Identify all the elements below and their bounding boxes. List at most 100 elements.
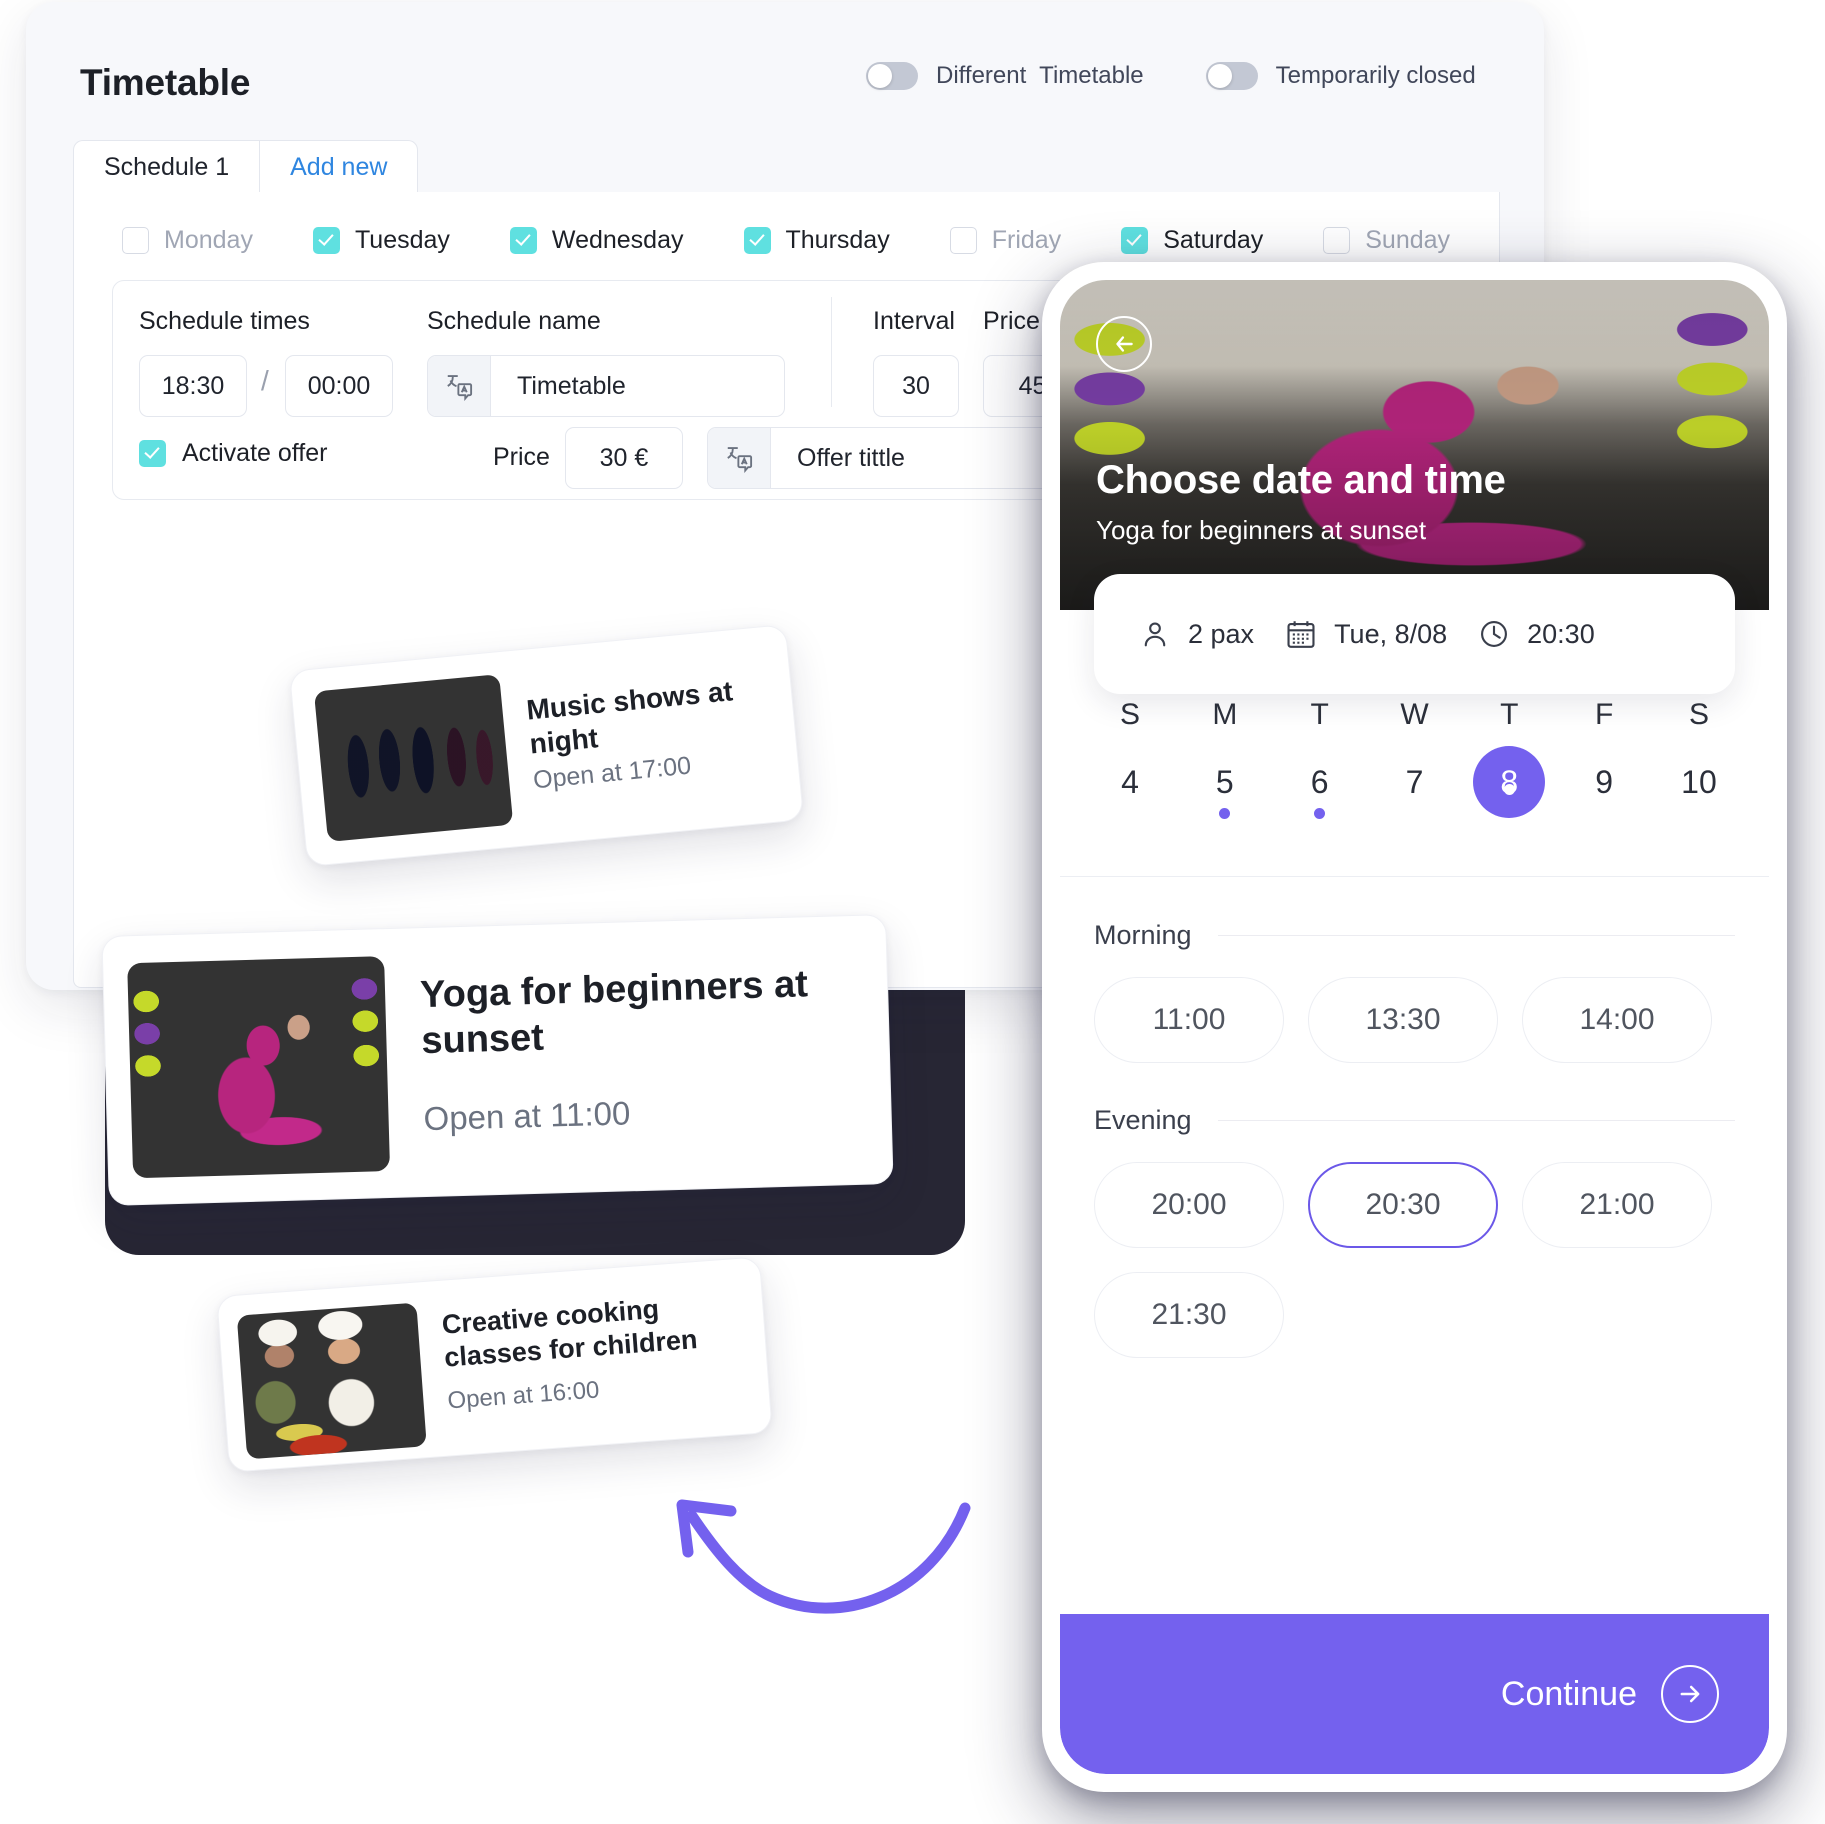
slot-1330[interactable]: 13:30: [1308, 977, 1498, 1063]
day-label: Tuesday: [354, 226, 450, 254]
activate-offer-label: Activate offer: [182, 439, 328, 467]
dow-saturday: S: [1688, 698, 1709, 731]
checkbox-thursday[interactable]: [743, 227, 771, 254]
hero-subtitle: Yoga for beginners at sunset: [1096, 515, 1427, 545]
summary-date[interactable]: Tue, 8/08: [1284, 617, 1447, 651]
music-show-thumbnail: [313, 674, 514, 842]
calendar-strip: S M T W T F S 4 5 6 7 8 9 10: [1060, 698, 1769, 832]
offer-title-placeholder: Offer tittle: [797, 443, 905, 472]
day-number: 7: [1405, 763, 1424, 800]
offer-card-cooking[interactable]: Creative cooking classes for children Op…: [216, 1256, 773, 1473]
checkbox-monday[interactable]: [122, 227, 149, 254]
day-number: 9: [1595, 763, 1614, 800]
phone-mockup: Choose date and time Yoga for beginners …: [1042, 262, 1787, 1792]
day-monday[interactable]: Monday: [122, 226, 253, 255]
schedule-name-value: Timetable: [517, 371, 626, 400]
phone-screen: Choose date and time Yoga for beginners …: [1060, 280, 1769, 1774]
slot-2130[interactable]: 21:30: [1094, 1272, 1284, 1358]
checkbox-sunday[interactable]: [1323, 227, 1351, 254]
slot-2000[interactable]: 20:00: [1094, 1162, 1284, 1248]
interval-label: Interval: [873, 307, 955, 335]
calendar-day-row: 4 5 6 7 8 9 10: [1094, 732, 1735, 832]
switch-knob: [1207, 64, 1232, 88]
offer-price-value: 30 €: [599, 443, 649, 472]
slot-2100[interactable]: 21:00: [1522, 1162, 1712, 1248]
price-label: Price: [983, 307, 1040, 335]
interval-input[interactable]: 30: [873, 355, 959, 417]
summary-pax[interactable]: 2 pax: [1138, 617, 1254, 651]
dow-wednesday: W: [1400, 698, 1429, 731]
translate-icon[interactable]: [708, 428, 771, 488]
calendar-day-6[interactable]: 6: [1284, 746, 1356, 832]
hero-banner: Choose date and time Yoga for beginners …: [1060, 280, 1769, 610]
day-tuesday[interactable]: Tuesday: [312, 226, 450, 255]
day-thursday[interactable]: Thursday: [743, 226, 890, 255]
form-divider: [831, 297, 832, 407]
dow-thursday: T: [1500, 698, 1519, 731]
day-wednesday[interactable]: Wednesday: [509, 226, 684, 255]
switch-track[interactable]: [866, 62, 918, 90]
tab-schedule-1[interactable]: Schedule 1: [73, 140, 261, 193]
day-sunday[interactable]: Sunday: [1323, 226, 1450, 255]
continue-button[interactable]: Continue: [1060, 1614, 1769, 1774]
switch-track[interactable]: [1205, 62, 1258, 90]
schedule-name-label: Schedule name: [427, 307, 601, 335]
day-saturday[interactable]: Saturday: [1121, 226, 1263, 255]
calendar-day-4[interactable]: 4: [1094, 746, 1166, 832]
slot-2030-selected[interactable]: 20:30: [1308, 1162, 1498, 1248]
calendar-day-9[interactable]: 9: [1568, 746, 1640, 832]
day-label: Wednesday: [551, 226, 684, 254]
hero-title: Choose date and time: [1096, 458, 1506, 502]
day-number: 4: [1121, 763, 1139, 800]
header-toggles: Different Timetable Temporarily closed: [866, 62, 1476, 90]
yoga-thumbnail: [127, 956, 391, 1179]
arrow-left-icon: [1116, 336, 1133, 352]
day-label: Saturday: [1163, 226, 1264, 254]
clock-icon: [1481, 621, 1508, 647]
dow-friday: F: [1594, 698, 1614, 731]
checkbox-saturday[interactable]: [1121, 227, 1149, 254]
activate-offer-row[interactable]: Activate offer: [139, 439, 327, 468]
dow-monday: M: [1212, 698, 1238, 731]
checkbox-tuesday[interactable]: [312, 227, 340, 254]
offer-price-input[interactable]: 30 €: [565, 427, 683, 489]
switch-knob: [868, 64, 892, 88]
day-label: Monday: [164, 226, 253, 254]
calendar-divider: [1060, 876, 1769, 877]
summary-time[interactable]: 20:30: [1477, 617, 1595, 651]
checkbox-wednesday[interactable]: [509, 227, 537, 254]
availability-dot: [1503, 784, 1515, 795]
day-friday[interactable]: Friday: [949, 226, 1061, 255]
toggle-different-timetable[interactable]: Different Timetable: [866, 62, 1144, 90]
calendar-day-7[interactable]: 7: [1378, 746, 1450, 832]
slot-1100[interactable]: 11:00: [1094, 977, 1284, 1063]
screenshot-stage: Timetable Different Timetable Temporaril…: [0, 0, 1825, 1824]
checkbox-friday[interactable]: [949, 227, 977, 254]
day-number: 8: [1473, 746, 1546, 818]
summary-time-value: 20:30: [1527, 618, 1595, 649]
curved-arrow-annotation: [676, 1499, 971, 1614]
tab-add-new[interactable]: Add new: [260, 140, 419, 193]
toggle-temporarily-closed[interactable]: Temporarily closed: [1205, 62, 1476, 90]
translate-icon[interactable]: [428, 356, 491, 416]
checkbox-activate-offer[interactable]: [139, 440, 166, 467]
schedule-tabs: Schedule 1 Add new: [73, 140, 419, 193]
time-from-input[interactable]: 18:30: [139, 355, 247, 417]
offer-card-yoga[interactable]: Yoga for beginners at sunset Open at 11:…: [101, 914, 894, 1206]
card-subtitle: Open at 11:00: [423, 1094, 631, 1138]
arrow-right-circle-icon: [1661, 1665, 1719, 1723]
booking-summary-bar: 2 pax Tue, 8/08 20:30: [1094, 574, 1735, 694]
calendar-day-5[interactable]: 5: [1189, 746, 1261, 832]
slot-1400[interactable]: 14:00: [1522, 977, 1712, 1063]
toggle-label: Different Timetable: [936, 62, 1144, 89]
back-button[interactable]: [1096, 316, 1152, 372]
slot-list-morning: 11:00 13:30 14:00: [1060, 977, 1769, 1063]
summary-date-value: Tue, 8/08: [1334, 618, 1448, 649]
time-from-value: 18:30: [161, 371, 225, 400]
calendar-day-10[interactable]: 10: [1663, 746, 1735, 832]
time-to-input[interactable]: 00:00: [285, 355, 393, 417]
slot-group-header-evening: Evening: [1060, 1105, 1769, 1136]
schedule-name-input[interactable]: Timetable: [427, 355, 785, 417]
calendar-day-8-selected[interactable]: 8: [1473, 746, 1546, 832]
card-title: Music shows at night: [525, 675, 735, 760]
